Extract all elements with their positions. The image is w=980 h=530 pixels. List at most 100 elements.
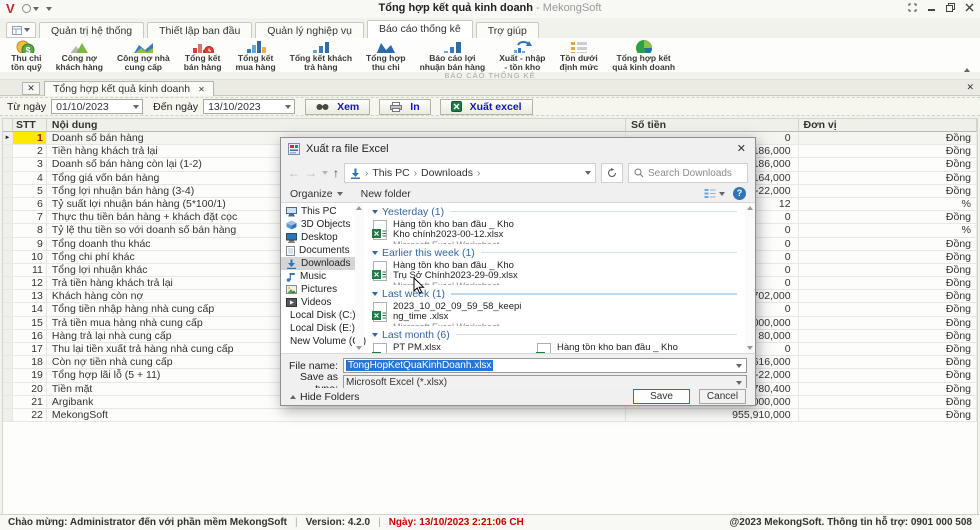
cell-stt: 1 <box>13 132 47 145</box>
close-tab-button[interactable]: ✕ <box>22 82 40 95</box>
chevron-down-icon[interactable] <box>736 364 742 368</box>
minimize-button[interactable] <box>927 3 936 15</box>
file-name: Hàng tồn kho ban đầu _ Kho Kho chính2023… <box>393 220 523 240</box>
organize-button[interactable]: Organize <box>290 188 343 200</box>
hide-folders-button[interactable]: Hide Folders <box>290 391 360 403</box>
file-item[interactable]: Hàng tồn kho ban đầu _ Kho Kho chính2023… <box>372 218 530 246</box>
file-item[interactable]: Hàng tồn kho ban đầu _ Kho Kho chính2023… <box>536 341 694 354</box>
row-marker <box>3 409 13 422</box>
file-name-input[interactable]: TongHopKetQuaKinhDoanh.xlsx <box>343 358 747 373</box>
ribbon-cong-no-khach-hang[interactable]: Công nợkhách hàng <box>49 38 110 72</box>
sidebar-local-disk-c[interactable]: Local Disk (C:) <box>281 309 355 322</box>
up-icon[interactable]: ↑ <box>333 166 339 180</box>
search-box[interactable] <box>628 163 748 183</box>
active-document-tab[interactable]: Tổng hợp kết quả kinh doanh ✕ <box>44 81 214 96</box>
save-button[interactable]: Save <box>633 389 690 404</box>
group-header-last-week[interactable]: Last week (1) <box>372 287 743 300</box>
ribbon-tong-ket-ban-hang[interactable]: Tổng kếtbán hàng <box>177 38 229 72</box>
sidebar-local-disk-e[interactable]: Local Disk (E:) <box>281 322 355 335</box>
ribbon-tong-ket-mua-hang[interactable]: Tổng kếtmua hàng <box>229 38 283 72</box>
new-folder-button[interactable]: New folder <box>361 188 411 200</box>
close-icon[interactable]: ✕ <box>966 82 974 93</box>
file-list-scrollbar[interactable] <box>745 203 755 353</box>
ribbon-bao-cao-loi-nhuan-ban-hang[interactable]: Báo cáo lợinhuận bán hàng <box>413 38 493 72</box>
breadcrumb-this-pc[interactable]: This PC <box>372 167 409 179</box>
breadcrumb-separator: › <box>477 168 480 179</box>
dialog-body: This PC 3D Objects Desktop Documents Dow… <box>281 202 755 354</box>
scroll-down-icon[interactable] <box>747 346 753 350</box>
menu-tab-quan-ly-nghiep-vu[interactable]: Quản lý nghiệp vụ <box>255 22 364 38</box>
sidebar-pictures[interactable]: Pictures <box>281 283 355 296</box>
cancel-button[interactable]: Cancel <box>699 389 746 404</box>
column-header-don-vi[interactable]: Đơn vị <box>799 119 977 132</box>
sidebar-3d-objects[interactable]: 3D Objects <box>281 218 355 231</box>
view-button[interactable]: Xem <box>305 99 370 115</box>
ribbon-cong-no-nha-cung-cap[interactable]: Công nợ nhàcung cấp <box>110 38 177 72</box>
file-item[interactable]: 2023_10_02_09_59_58_keeping_time .xlsxMi… <box>372 300 530 328</box>
column-header-stt[interactable]: STT <box>13 119 47 132</box>
sidebar-network[interactable]: Network <box>281 353 355 354</box>
group-header-yesterday[interactable]: Yesterday (1) <box>372 205 743 218</box>
fullscreen-button[interactable] <box>908 3 917 15</box>
sidebar-this-pc[interactable]: This PC <box>281 205 355 218</box>
help-button[interactable]: ? <box>733 187 746 200</box>
desktop-icon <box>286 233 297 243</box>
search-input[interactable] <box>648 168 738 179</box>
column-header-so-tien[interactable]: Số tiền <box>626 119 798 132</box>
menu-tab-quan-tri-he-thong[interactable]: Quản trị hệ thống <box>39 22 144 38</box>
history-dropdown-icon[interactable] <box>322 171 328 175</box>
breadcrumb-downloads[interactable]: Downloads <box>421 167 473 179</box>
ribbon-thu-chi-ton-quy[interactable]: $ Thu chitồn quỹ <box>4 38 49 72</box>
menu-tab-thiet-lap-ban-dau[interactable]: Thiết lập ban đầu <box>147 22 252 38</box>
forward-icon[interactable]: → <box>305 166 317 180</box>
refresh-button[interactable] <box>601 163 623 183</box>
print-button[interactable]: In <box>379 99 430 115</box>
close-button[interactable] <box>965 3 974 15</box>
sidebar-music[interactable]: Music <box>281 270 355 283</box>
app-menu-button[interactable] <box>6 22 36 38</box>
menu-tab-bao-cao-thong-ke[interactable]: Báo cáo thống kê <box>367 20 473 38</box>
chevron-down-icon[interactable] <box>585 171 591 175</box>
back-icon[interactable]: ← <box>288 166 300 180</box>
row-marker <box>3 277 13 290</box>
ribbon-xuat-nhap-ton-kho[interactable]: Xuất - nhập- tồn kho <box>492 38 552 72</box>
scroll-up-icon[interactable] <box>747 206 753 210</box>
file-item[interactable]: Hàng tồn kho ban đầu _ Kho Trụ Sở Chính2… <box>372 259 530 287</box>
restore-button[interactable] <box>946 3 955 15</box>
sidebar-new-volume-g[interactable]: New Volume (G:) <box>281 335 355 348</box>
to-date-input[interactable]: 13/10/2023 <box>203 99 295 114</box>
ribbon-label: trả hàng <box>304 62 338 72</box>
scroll-down-icon[interactable] <box>356 346 362 350</box>
group-header-last-month[interactable]: Last month (6) <box>372 328 743 341</box>
file-item[interactable]: PT PM.xlsxMicrosoft Excel Worksheet <box>372 341 530 354</box>
sidebar-desktop[interactable]: Desktop <box>281 231 355 244</box>
sidebar-downloads[interactable]: Downloads <box>281 257 355 270</box>
menu-tab-tro-giup[interactable]: Trợ giúp <box>476 22 539 38</box>
title-bar: V Tổng hợp kết quả kinh doanh - MekongSo… <box>0 0 980 18</box>
cell-unit: Đồng <box>799 251 977 264</box>
group-header-earlier-this-week[interactable]: Earlier this week (1) <box>372 246 743 259</box>
sidebar-scrollbar[interactable] <box>355 203 364 353</box>
cell-stt: 21 <box>13 396 47 409</box>
binoculars-icon <box>316 102 329 111</box>
from-date-input[interactable]: 01/10/2023 <box>51 99 143 114</box>
ribbon-tong-hop-ket-qua-kinh-doanh[interactable]: Tổng hợp kếtquả kinh doanh <box>605 38 682 72</box>
mouse-cursor <box>413 277 425 298</box>
close-icon[interactable]: ✕ <box>198 85 205 94</box>
chevron-down-icon[interactable] <box>736 381 742 385</box>
ribbon-tong-ket-khach-tra-hang[interactable]: Tổng kết kháchtrả hàng <box>283 38 359 72</box>
ribbon-tong-hop-thu-chi[interactable]: Tổng hợpthu chi <box>359 38 413 72</box>
collapse-ribbon-icon[interactable] <box>964 68 970 72</box>
window-title: Tổng hợp kết quả kinh doanh - MekongSoft <box>0 2 980 14</box>
export-excel-button[interactable]: Xuất excel <box>440 99 533 115</box>
table-row[interactable]: 22MekongSoft955,910,000Đồng <box>3 409 977 422</box>
sidebar-videos[interactable]: Videos <box>281 296 355 309</box>
ribbon-ton-duoi-dinh-muc[interactable]: Tồn dướiđịnh mức <box>553 38 606 72</box>
breadcrumb[interactable]: › This PC › Downloads › <box>344 163 596 183</box>
view-options-button[interactable] <box>704 188 725 199</box>
dialog-close-icon[interactable]: ✕ <box>737 142 746 155</box>
cell-unit: Đồng <box>799 277 977 290</box>
sidebar-documents[interactable]: Documents <box>281 244 355 257</box>
column-header-noi-dung[interactable]: Nội dung <box>47 119 626 132</box>
scroll-up-icon[interactable] <box>356 206 362 210</box>
